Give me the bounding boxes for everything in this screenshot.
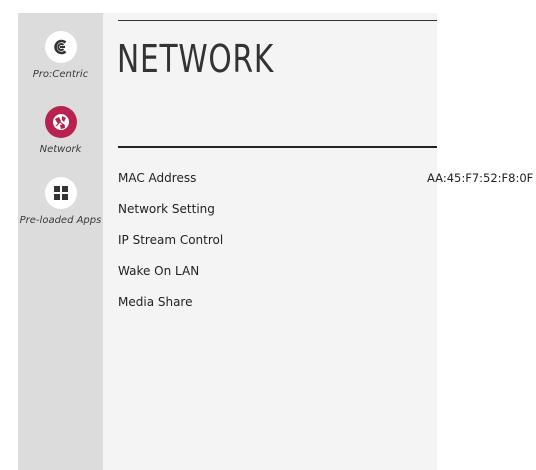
menu-item-label: IP Stream Control <box>118 233 224 247</box>
menu-item-mac-address[interactable]: MAC Address AA:45:F7:52:F8:0F <box>103 163 533 194</box>
title-top-divider <box>118 20 437 21</box>
sidebar-item-label: Network <box>39 144 82 155</box>
menu-item-label: Media Share <box>118 295 193 309</box>
network-globe-icon <box>44 106 77 138</box>
network-menu: MAC Address AA:45:F7:52:F8:0F Network Se… <box>103 163 533 318</box>
sidebar-item-preloaded-apps[interactable]: Pre-loaded Apps <box>18 177 103 226</box>
menu-item-label: Wake On LAN <box>118 264 200 278</box>
menu-item-network-setting[interactable]: Network Setting <box>103 194 437 225</box>
sidebar-item-procentric[interactable]: Pro:Centric <box>18 31 103 80</box>
sidebar-item-label: Pro:Centric <box>32 69 89 80</box>
menu-item-wake-on-lan[interactable]: Wake On LAN <box>103 256 437 287</box>
procentric-icon <box>44 31 77 63</box>
mac-address-value: AA:45:F7:52:F8:0F <box>427 171 534 185</box>
title-bottom-divider <box>118 146 437 148</box>
sidebar: Pro:Centric Network Pre-loaded Apps <box>18 13 103 470</box>
menu-item-ip-stream-control[interactable]: IP Stream Control <box>103 225 437 256</box>
network-panel: NETWORK MAC Address AA:45:F7:52:F8:0F Ne… <box>103 13 533 470</box>
menu-item-media-share[interactable]: Media Share <box>103 287 437 318</box>
apps-grid-icon <box>44 177 77 209</box>
menu-item-label: MAC Address <box>118 171 197 185</box>
page-title: NETWORK <box>117 37 275 81</box>
settings-screen: Pro:Centric Network Pre-loaded Apps NETW… <box>0 0 536 470</box>
menu-item-label: Network Setting <box>118 202 215 216</box>
sidebar-item-network[interactable]: Network <box>18 106 103 155</box>
sidebar-item-label: Pre-loaded Apps <box>19 215 102 226</box>
